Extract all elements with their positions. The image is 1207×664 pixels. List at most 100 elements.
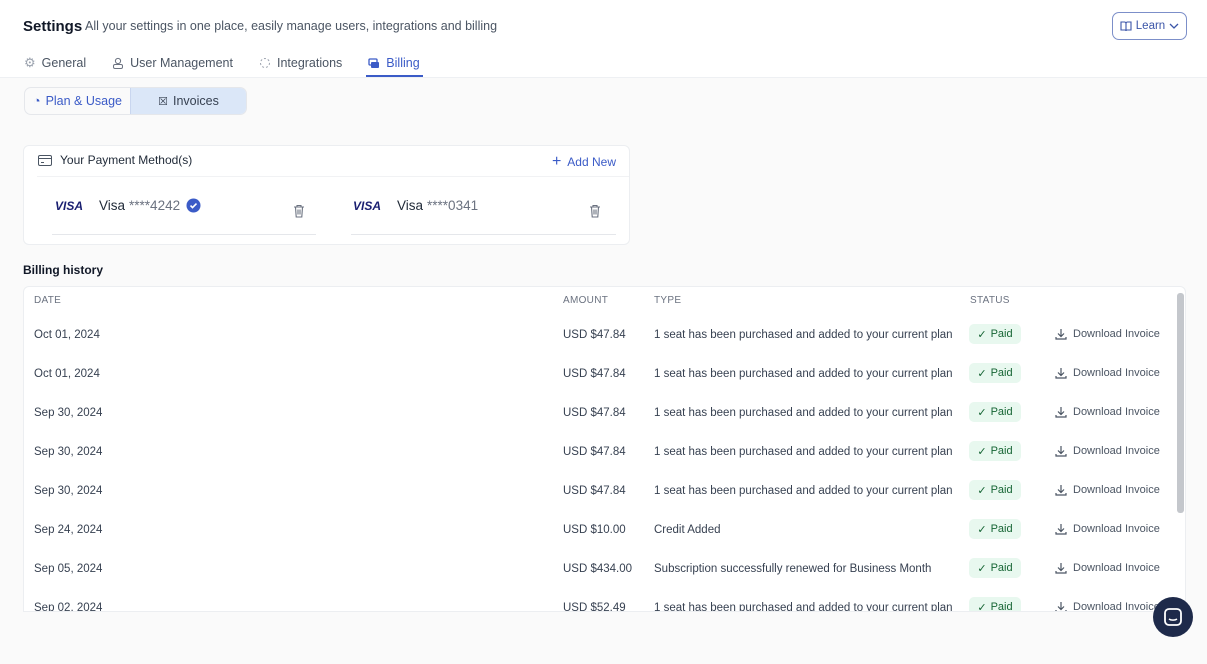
tab-integrations[interactable]: Integrations xyxy=(259,50,342,76)
row-amount: USD $434.00 xyxy=(563,563,633,575)
row-amount: USD $47.84 xyxy=(563,485,626,497)
add-new-button[interactable]: + Add New xyxy=(552,153,616,171)
download-icon xyxy=(1055,368,1067,379)
download-label: Download Invoice xyxy=(1073,367,1160,379)
page-title: Settings xyxy=(23,18,83,35)
row-date: Sep 24, 2024 xyxy=(34,524,103,536)
visa-logo: VISA xyxy=(353,198,382,213)
table-scrollbar[interactable] xyxy=(1177,293,1184,513)
check-icon: ✓ xyxy=(977,484,987,497)
download-label: Download Invoice xyxy=(1073,601,1160,612)
users-icon xyxy=(113,57,124,69)
chat-icon xyxy=(1164,608,1182,626)
row-type: 1 seat has been purchased and added to y… xyxy=(654,602,953,612)
page-subtitle: All your settings in one place, easily m… xyxy=(85,19,498,33)
download-icon xyxy=(1055,446,1067,457)
learn-button[interactable]: Learn xyxy=(1112,12,1187,40)
row-date: Sep 02, 2024 xyxy=(34,602,103,612)
default-check-icon xyxy=(186,198,201,213)
status-badge: ✓ Paid xyxy=(969,597,1021,612)
status-badge: ✓ Paid xyxy=(969,558,1021,578)
card-name: Visa xyxy=(397,198,424,213)
payment-methods-card: Your Payment Method(s) + Add New VISA Vis… xyxy=(23,145,630,245)
status-badge: ✓ Paid xyxy=(969,441,1021,461)
tab-label: General xyxy=(41,56,87,70)
row-amount: USD $10.00 xyxy=(563,524,626,536)
row-date: Sep 05, 2024 xyxy=(34,563,103,575)
check-icon: ✓ xyxy=(977,328,987,341)
download-invoice-button[interactable]: Download Invoice xyxy=(1055,601,1160,612)
status-badge: ✓ Paid xyxy=(969,363,1021,383)
tab-user-management[interactable]: User Management xyxy=(112,50,233,76)
status-label: Paid xyxy=(990,328,1013,340)
billing-history-table: DATE AMOUNT TYPE STATUS Oct 01, 2024 USD… xyxy=(23,286,1186,612)
credit-card-icon xyxy=(38,154,52,166)
row-amount: USD $47.84 xyxy=(563,329,626,341)
download-label: Download Invoice xyxy=(1073,406,1160,418)
row-amount: USD $47.84 xyxy=(563,407,626,419)
payment-card[interactable]: VISA Visa ****0341 xyxy=(353,198,478,213)
subtab-invoices[interactable]: ☒ Invoices xyxy=(130,88,246,114)
delete-card-icon[interactable] xyxy=(293,204,305,218)
column-header-status: STATUS xyxy=(970,295,1010,306)
row-type: 1 seat has been purchased and added to y… xyxy=(654,368,953,380)
download-label: Download Invoice xyxy=(1073,328,1160,340)
row-date: Sep 30, 2024 xyxy=(34,485,103,497)
row-amount: USD $47.84 xyxy=(563,368,626,380)
card-name: Visa xyxy=(99,198,126,213)
download-icon xyxy=(1055,563,1067,574)
billing-history-title: Billing history xyxy=(23,263,104,277)
plus-icon: + xyxy=(551,153,562,170)
download-invoice-button[interactable]: Download Invoice xyxy=(1055,484,1160,496)
tab-billing[interactable]: Billing xyxy=(366,50,424,77)
chat-launcher-button[interactable] xyxy=(1153,597,1193,637)
status-badge: ✓ Paid xyxy=(969,402,1021,422)
subtab-plan-usage[interactable]: ◔ Plan & Usage xyxy=(25,88,130,114)
add-new-label: Add New xyxy=(567,155,616,169)
row-date: Oct 01, 2024 xyxy=(34,368,100,380)
column-header-amount: AMOUNT xyxy=(563,295,609,306)
download-icon xyxy=(1055,602,1067,611)
download-icon xyxy=(1055,524,1067,535)
column-header-type: TYPE xyxy=(654,295,682,306)
download-label: Download Invoice xyxy=(1073,523,1160,535)
status-badge: ✓ Paid xyxy=(969,519,1021,539)
row-amount: USD $52.49 xyxy=(563,602,626,612)
download-invoice-button[interactable]: Download Invoice xyxy=(1055,562,1160,574)
tab-general[interactable]: ⚙ General xyxy=(24,50,86,76)
subtab-label: Plan & Usage xyxy=(45,94,122,108)
row-type: 1 seat has been purchased and added to y… xyxy=(654,407,953,419)
check-icon: ✓ xyxy=(977,601,987,612)
download-invoice-button[interactable]: Download Invoice xyxy=(1055,523,1160,535)
download-label: Download Invoice xyxy=(1073,562,1160,574)
row-type: 1 seat has been purchased and added to y… xyxy=(654,446,953,458)
check-icon: ✓ xyxy=(977,367,987,380)
status-label: Paid xyxy=(990,406,1013,418)
delete-card-icon[interactable] xyxy=(589,204,601,218)
chevron-down-icon xyxy=(1169,23,1179,29)
payment-card[interactable]: VISA Visa ****4242 xyxy=(55,198,201,213)
status-label: Paid xyxy=(990,367,1013,379)
download-icon xyxy=(1055,485,1067,496)
row-date: Sep 30, 2024 xyxy=(34,407,103,419)
status-label: Paid xyxy=(990,562,1013,574)
download-invoice-button[interactable]: Download Invoice xyxy=(1055,445,1160,457)
row-type: Credit Added xyxy=(654,524,721,536)
table-row: Sep 02, 2024 USD $52.49 1 seat has been … xyxy=(24,597,1174,612)
settings-header: Settings All your settings in one place,… xyxy=(0,0,1207,78)
pie-chart-icon: ◔ xyxy=(33,94,41,108)
download-invoice-button[interactable]: Download Invoice xyxy=(1055,406,1160,418)
payment-methods-title: Your Payment Method(s) xyxy=(60,153,193,167)
status-label: Paid xyxy=(990,601,1013,612)
download-invoice-button[interactable]: Download Invoice xyxy=(1055,367,1160,379)
row-type: Subscription successfully renewed for Bu… xyxy=(654,563,932,575)
download-invoice-button[interactable]: Download Invoice xyxy=(1055,328,1160,340)
card-number: ****4242 xyxy=(129,198,181,213)
check-icon: ✓ xyxy=(977,562,987,575)
tab-label: Integrations xyxy=(276,56,343,70)
gear-icon: ⚙ xyxy=(24,55,36,70)
download-icon xyxy=(1055,407,1067,418)
status-label: Paid xyxy=(990,445,1013,457)
row-amount: USD $47.84 xyxy=(563,446,626,458)
visa-logo: VISA xyxy=(55,198,84,213)
